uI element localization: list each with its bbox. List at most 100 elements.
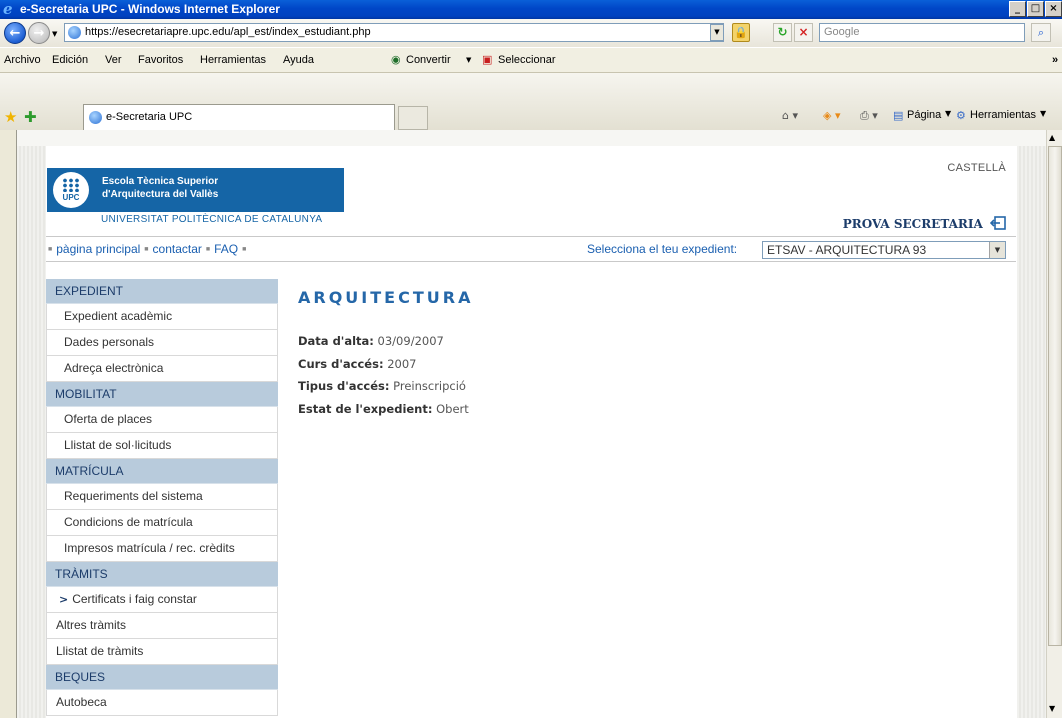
refresh-icon[interactable]: ↻ bbox=[773, 23, 792, 42]
tab-esecretaria[interactable]: e-Secretaria UPC bbox=[83, 104, 395, 130]
window-title: e-Secretaria UPC - Windows Internet Expl… bbox=[20, 2, 280, 16]
minimize-button[interactable]: _ bbox=[1009, 1, 1026, 17]
page-globe-icon bbox=[68, 26, 81, 39]
menu-edicion[interactable]: Edición bbox=[52, 48, 88, 72]
sidebar-item-dades-personals[interactable]: Dades personals bbox=[46, 330, 278, 356]
page-menu-button[interactable]: Página bbox=[907, 109, 941, 121]
back-button[interactable]: ← bbox=[4, 22, 26, 44]
tools-dropdown-icon[interactable]: ▼ bbox=[1040, 109, 1046, 118]
search-input[interactable]: Google bbox=[819, 23, 1025, 42]
sidebar-item-certificats[interactable]: > Certificats i faig constar bbox=[46, 587, 278, 613]
tools-menu-button[interactable]: Herramientas bbox=[970, 109, 1036, 121]
school-logo[interactable]: UPC Escola Tècnica Superior d'Arquitectu… bbox=[47, 168, 344, 212]
sidebar-item-altres-tramits[interactable]: Altres tràmits bbox=[46, 613, 278, 639]
sidebar-item-autobeca[interactable]: Autobeca bbox=[46, 690, 278, 716]
sidebar-item-llistat-tramits[interactable]: Llistat de tràmits bbox=[46, 639, 278, 665]
menu-overflow-icon[interactable]: » bbox=[1052, 48, 1058, 72]
chevron-right-icon: > bbox=[59, 593, 69, 606]
sidebar-item-oferta-places[interactable]: Oferta de places bbox=[46, 407, 278, 433]
user-name-text: PROVA SECRETARIA bbox=[842, 217, 983, 231]
scroll-up-icon[interactable]: ▲ bbox=[1049, 133, 1055, 142]
tab-title: e-Secretaria UPC bbox=[106, 111, 193, 123]
convertir-button[interactable]: Convertir bbox=[406, 48, 451, 72]
sidebar-section-tramits: TRÀMITS bbox=[46, 562, 278, 587]
nav-bullet: ■ bbox=[242, 246, 247, 253]
tools-gear-icon: ⚙ bbox=[956, 109, 966, 122]
sidebar-item-condicions[interactable]: Condicions de matrícula bbox=[46, 510, 278, 536]
menu-ayuda[interactable]: Ayuda bbox=[283, 48, 314, 72]
sidebar-item-adreca-electronica[interactable]: Adreça electrònica bbox=[46, 356, 278, 382]
page-title: ARQUITECTURA bbox=[298, 288, 474, 307]
school-name-line2: d'Arquitectura del Vallès bbox=[102, 189, 219, 200]
field-tipus-acces: Tipus d'accés: Preinscripció bbox=[298, 379, 466, 393]
field-data-alta: Data d'alta: 03/09/2007 bbox=[298, 334, 444, 348]
nav-bullet: ■ bbox=[48, 246, 53, 253]
sidebar-section-mobilitat: MOBILITAT bbox=[46, 382, 278, 407]
expedient-details: Data d'alta: 03/09/2007 Curs d'accés: 20… bbox=[298, 334, 469, 424]
scroll-down-icon[interactable]: ▼ bbox=[1049, 704, 1055, 713]
chevron-down-icon[interactable]: ▼ bbox=[989, 242, 1005, 258]
frame-edge bbox=[17, 130, 1047, 146]
expedient-select-label: Selecciona el teu expedient: bbox=[587, 242, 738, 256]
print-icon[interactable]: ⎙ ▾ bbox=[860, 109, 878, 123]
history-dropdown-icon[interactable]: ▼ bbox=[52, 30, 57, 38]
page-background-left bbox=[17, 146, 47, 718]
sidebar-section-matricula: MATRÍCULA bbox=[46, 459, 278, 484]
expedient-selected-value: ETSAV - ARQUITECTURA 93 bbox=[767, 243, 927, 257]
nav-home-link[interactable]: pàgina principal bbox=[56, 242, 140, 256]
sidebar-item-llistat-sollicituds[interactable]: Llistat de sol·licituds bbox=[46, 433, 278, 459]
user-name: PROVA SECRETARIA bbox=[843, 216, 1006, 231]
nav-bullet: ■ bbox=[205, 246, 211, 253]
sidebar-item-requeriments[interactable]: Requeriments del sistema bbox=[46, 484, 278, 510]
add-favorites-icon[interactable]: ✚ bbox=[24, 109, 37, 125]
menu-archivo[interactable]: Archivo bbox=[4, 48, 41, 72]
search-icon[interactable]: ⌕ bbox=[1031, 23, 1051, 42]
close-button[interactable]: × bbox=[1045, 1, 1062, 17]
home-icon[interactable]: ⌂ ▾ bbox=[782, 109, 798, 122]
select-icon: ▣ bbox=[482, 53, 493, 66]
language-link[interactable]: CASTELLÀ bbox=[947, 162, 1006, 174]
sidebar-section-beques: BEQUES bbox=[46, 665, 278, 690]
lock-icon[interactable]: 🔒 bbox=[732, 23, 750, 42]
field-curs-acces: Curs d'accés: 2007 bbox=[298, 356, 417, 371]
logout-icon[interactable] bbox=[990, 216, 1006, 230]
nav-bullet: ■ bbox=[144, 246, 149, 253]
window-titlebar[interactable]: e e-Secretaria UPC - Windows Internet Ex… bbox=[0, 0, 1062, 19]
convert-icon: ◉ bbox=[391, 53, 401, 66]
address-toolbar: ← → ▼ https://esecretariapre.upc.edu/apl… bbox=[0, 19, 1062, 47]
nav-contact-link[interactable]: contactar bbox=[153, 242, 202, 256]
menu-herramientas[interactable]: Herramientas bbox=[200, 48, 266, 72]
scrollbar-thumb[interactable] bbox=[1048, 146, 1062, 646]
university-name: UNIVERSITAT POLITÈCNICA DE CATALUNYA bbox=[101, 214, 323, 225]
menu-ver[interactable]: Ver bbox=[105, 48, 122, 72]
forward-button[interactable]: → bbox=[28, 22, 50, 44]
page-content: UPC Escola Tècnica Superior d'Arquitectu… bbox=[46, 146, 1016, 718]
sidebar-item-certificats-label: Certificats i faig constar bbox=[72, 592, 197, 606]
tab-globe-icon bbox=[89, 111, 102, 124]
expedient-select[interactable]: ETSAV - ARQUITECTURA 93 ▼ bbox=[762, 241, 1006, 259]
url-dropdown-icon[interactable]: ▼ bbox=[710, 24, 724, 41]
upc-logo-icon: UPC bbox=[53, 172, 89, 208]
vertical-scrollbar[interactable]: ▲ ▼ bbox=[1046, 130, 1062, 718]
menu-bar: Archivo Edición Ver Favoritos Herramient… bbox=[0, 47, 1062, 73]
page-menu-icon: ▤ bbox=[893, 109, 904, 122]
seleccionar-button[interactable]: Seleccionar bbox=[498, 48, 555, 72]
menu-favoritos[interactable]: Favoritos bbox=[138, 48, 183, 72]
page-background-right bbox=[1017, 146, 1047, 718]
ie-logo-icon: e bbox=[3, 0, 13, 18]
convertir-dropdown-icon[interactable]: ▼ bbox=[466, 48, 471, 72]
sidebar-section-expedient: EXPEDIENT bbox=[46, 279, 278, 304]
sidebar-item-impresos[interactable]: Impresos matrícula / rec. crèdits bbox=[46, 536, 278, 562]
page-dropdown-icon[interactable]: ▼ bbox=[945, 109, 951, 118]
stop-icon[interactable]: × bbox=[794, 23, 813, 42]
nav-faq-link[interactable]: FAQ bbox=[214, 242, 238, 256]
feeds-icon[interactable]: ◈ ▾ bbox=[823, 109, 840, 122]
sidebar-item-expedient-academic[interactable]: Expedient acadèmic bbox=[46, 304, 278, 330]
maximize-button[interactable]: □ bbox=[1027, 1, 1044, 17]
url-input[interactable]: https://esecretariapre.upc.edu/apl_est/i… bbox=[64, 23, 724, 42]
tab-bar: ★ ✚ e-Secretaria UPC ⌂ ▾ ◈ ▾ ⎙ ▾ ▤ Págin… bbox=[0, 73, 1062, 130]
new-tab-button[interactable] bbox=[398, 106, 428, 130]
top-navigation: ■ pàgina principal ■ contactar ■ FAQ ■ Selecci… bbox=[46, 236, 1016, 262]
favorites-star-icon[interactable]: ★ bbox=[4, 109, 17, 125]
search-placeholder: Google bbox=[824, 26, 860, 38]
